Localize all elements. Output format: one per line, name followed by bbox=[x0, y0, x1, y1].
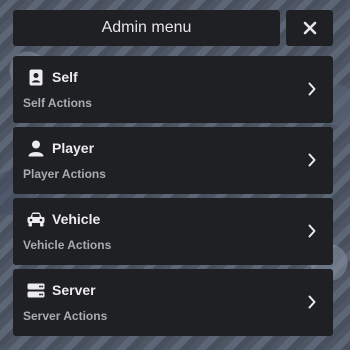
menu-item-sublabel: Self Actions bbox=[23, 96, 92, 110]
id-badge-icon bbox=[27, 68, 45, 86]
menu-item-sublabel: Server Actions bbox=[23, 309, 108, 323]
server-icon bbox=[27, 281, 45, 299]
menu-title: Admin menu bbox=[13, 10, 280, 46]
menu-item-label: Vehicle bbox=[52, 211, 101, 227]
menu-item-label: Self bbox=[52, 69, 78, 85]
menu-items: Self Self Actions Player Player Actions bbox=[13, 56, 333, 336]
menu-item-vehicle[interactable]: Vehicle Vehicle Actions bbox=[13, 198, 333, 265]
menu-item-sublabel: Vehicle Actions bbox=[23, 238, 112, 252]
user-icon bbox=[27, 139, 45, 157]
menu-item-label: Server bbox=[52, 282, 96, 298]
admin-menu-header: Admin menu bbox=[13, 10, 333, 46]
close-icon bbox=[303, 21, 316, 35]
chevron-right-icon bbox=[308, 153, 316, 167]
car-icon bbox=[27, 210, 45, 228]
close-button[interactable] bbox=[286, 10, 333, 46]
chevron-right-icon bbox=[308, 82, 316, 96]
menu-item-sublabel: Player Actions bbox=[23, 167, 106, 181]
chevron-right-icon bbox=[308, 224, 316, 238]
menu-item-server[interactable]: Server Server Actions bbox=[13, 269, 333, 336]
admin-menu-panel: Admin menu Self Self Actions Player Play… bbox=[13, 10, 333, 336]
menu-item-player[interactable]: Player Player Actions bbox=[13, 127, 333, 194]
chevron-right-icon bbox=[308, 295, 316, 309]
menu-item-label: Player bbox=[52, 140, 95, 156]
menu-item-self[interactable]: Self Self Actions bbox=[13, 56, 333, 123]
